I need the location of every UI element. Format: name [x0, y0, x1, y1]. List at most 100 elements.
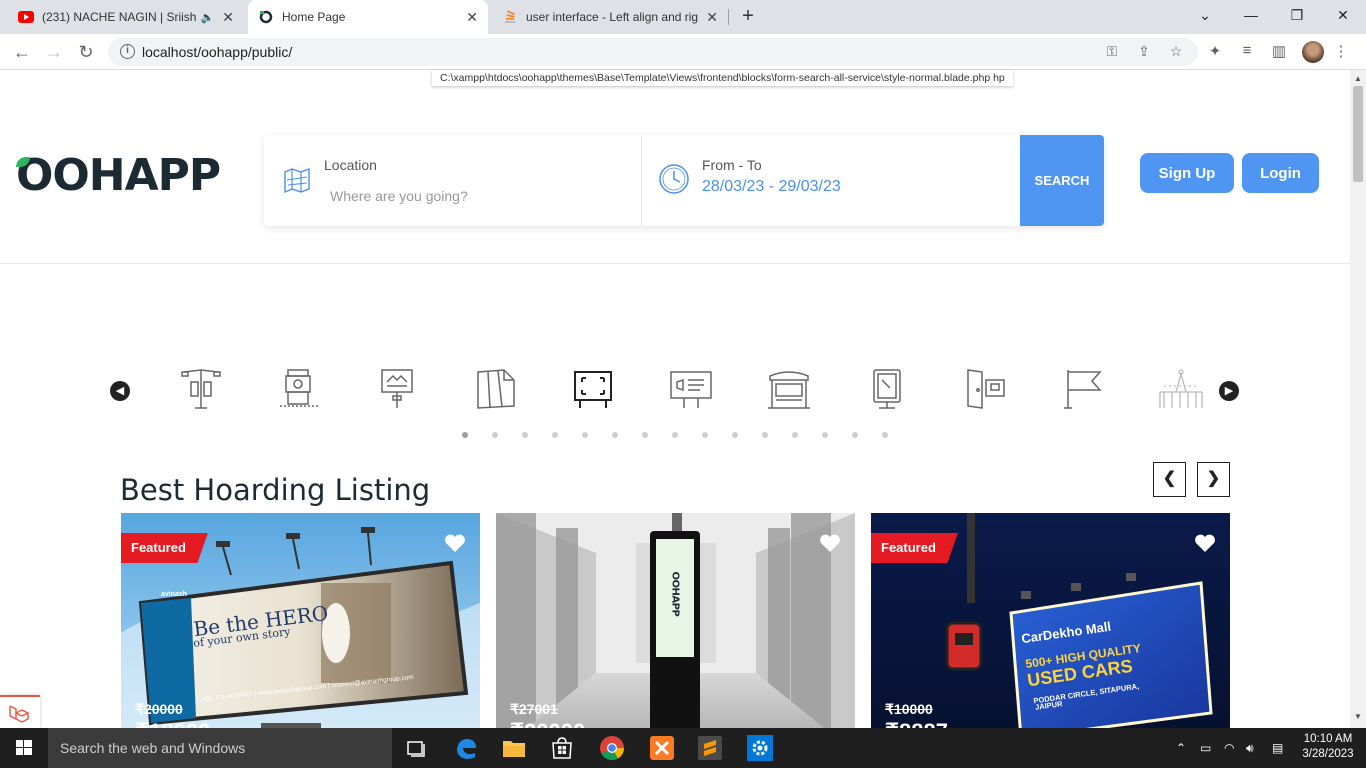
kebab-menu-icon[interactable]: ⋮ — [1330, 42, 1352, 62]
pagination-dot[interactable] — [672, 432, 678, 438]
street-pole-icon[interactable] — [178, 366, 224, 412]
date-range-input[interactable]: 28/03/23 - 29/03/23 — [702, 178, 841, 196]
browser-toolbar: ← → ↻ i localhost/oohapp/public/ ⚿ ⇪ ☆ ✦… — [0, 34, 1366, 70]
close-window-button[interactable]: ✕ — [1320, 0, 1366, 30]
windows-start-button[interactable] — [0, 728, 48, 768]
share-icon[interactable]: ⇪ — [1134, 43, 1154, 61]
side-panel-icon[interactable]: ▥ — [1268, 42, 1290, 62]
volume-icon[interactable]: 🔊︎ — [1246, 728, 1254, 768]
reload-button[interactable]: ↻ — [74, 40, 98, 64]
flag-icon[interactable] — [1060, 366, 1106, 412]
laravel-icon — [9, 705, 30, 723]
tray-chevron-icon[interactable]: ⌃ — [1176, 728, 1186, 768]
minimize-button[interactable]: — — [1228, 0, 1274, 30]
new-price: ₹18000 — [135, 719, 210, 728]
category-next-button[interactable]: ▶ — [1219, 381, 1239, 401]
listing-card[interactable]: avinash Be the HERO of your own story +9… — [121, 513, 480, 728]
tab-stackoverflow[interactable]: user interface - Left align and rig ✕ — [492, 0, 728, 34]
pagination-dot[interactable] — [552, 432, 558, 438]
category-prev-button[interactable]: ◀ — [110, 381, 130, 401]
extensions-icon[interactable]: ✦ — [1204, 42, 1226, 62]
heart-icon[interactable] — [444, 533, 466, 553]
tab-title: user interface - Left align and rig — [526, 10, 699, 24]
site-info-icon[interactable]: i — [120, 44, 135, 59]
address-url[interactable]: localhost/oohapp/public/ — [142, 44, 292, 60]
wifi-icon[interactable]: ◠ — [1224, 728, 1234, 768]
tab-search-chevron-icon[interactable]: ⌄ — [1182, 0, 1228, 30]
screen-frame-icon[interactable] — [570, 366, 616, 412]
listing-card[interactable]: OOHAPP ₹27001 ₹20000 — [496, 513, 855, 728]
profile-avatar[interactable] — [1302, 41, 1324, 63]
close-tab-icon[interactable]: ✕ — [706, 9, 718, 26]
tab-youtube[interactable]: (231) NACHE NAGIN | Sriish 🔈 ✕ — [8, 0, 244, 34]
store-icon[interactable] — [548, 734, 576, 762]
heart-icon[interactable] — [1194, 533, 1216, 553]
featured-badge: Featured — [121, 533, 208, 563]
scroll-thumb[interactable] — [1353, 86, 1363, 182]
pagination-dot[interactable] — [852, 432, 858, 438]
bus-shelter-icon[interactable] — [766, 366, 812, 412]
kiosk-icon[interactable] — [276, 366, 322, 412]
key-icon[interactable]: ⚿ — [1102, 43, 1122, 61]
new-tab-button[interactable]: + — [736, 4, 760, 28]
listing-prev-button[interactable]: ❮ — [1153, 462, 1186, 497]
taskbar-search-box[interactable]: Search the web and Windows — [48, 728, 392, 768]
pagination-dot[interactable] — [762, 432, 768, 438]
battery-icon[interactable]: ▭ — [1200, 728, 1211, 768]
site-logo[interactable]: OOHAPP — [16, 152, 221, 200]
action-center-icon[interactable]: ▤ — [1272, 728, 1283, 768]
totem-screen-text: OOHAPP — [669, 571, 681, 617]
scroll-down-icon[interactable]: ▼ — [1354, 712, 1362, 721]
pagination-dot[interactable] — [702, 432, 708, 438]
billboard-brand: avinash — [161, 591, 188, 598]
billboard-icon[interactable] — [668, 366, 714, 412]
laravel-debugbar-toggle[interactable] — [0, 695, 40, 728]
forward-button[interactable]: → — [42, 40, 66, 64]
sublime-text-icon[interactable] — [696, 734, 724, 762]
file-explorer-icon[interactable] — [500, 734, 528, 762]
old-price: ₹20000 — [135, 701, 183, 717]
hoarding-image — [496, 513, 855, 728]
chrome-icon[interactable] — [598, 734, 626, 762]
taskbar-clock[interactable]: 10:10 AM 3/28/2023 — [1300, 732, 1356, 762]
search-button[interactable]: SEARCH — [1020, 135, 1104, 226]
bookmark-star-icon[interactable]: ☆ — [1166, 43, 1186, 61]
digital-totem-icon[interactable] — [864, 366, 910, 412]
door-panel-icon[interactable] — [962, 366, 1008, 412]
task-view-icon[interactable] — [402, 734, 430, 762]
pagination-dot[interactable] — [522, 432, 528, 438]
listing-next-button[interactable]: ❯ — [1197, 462, 1230, 497]
pagination-dot[interactable] — [492, 432, 498, 438]
signboard-icon[interactable] — [374, 366, 420, 412]
xampp-icon[interactable] — [648, 734, 676, 762]
pagination-dot[interactable] — [792, 432, 798, 438]
login-button[interactable]: Login — [1242, 153, 1319, 193]
media-control-icon[interactable]: ≡ — [1236, 42, 1258, 62]
pagination-dot[interactable] — [882, 432, 888, 438]
close-tab-icon[interactable]: ✕ — [466, 9, 478, 26]
back-button[interactable]: ← — [10, 40, 34, 64]
page-scrollbar[interactable]: ▲ ▼ — [1350, 70, 1366, 728]
section-title: Best Hoarding Listing — [120, 473, 431, 507]
scroll-up-icon[interactable]: ▲ — [1354, 74, 1362, 83]
settings-app-icon[interactable] — [746, 734, 774, 762]
pagination-dot[interactable] — [642, 432, 648, 438]
heart-icon[interactable] — [819, 533, 841, 553]
pagination-dot[interactable] — [582, 432, 588, 438]
edge-browser-icon[interactable] — [452, 734, 480, 762]
header-divider — [0, 263, 1350, 264]
pagination-dot[interactable] — [462, 432, 468, 438]
search-form: Location From - To 28/03/23 - 29/03/23 S… — [264, 135, 1104, 226]
address-bar[interactable]: i localhost/oohapp/public/ ⚿ ⇪ ☆ — [108, 38, 1198, 66]
listing-card[interactable]: CarDekho Mall 500+ HIGH QUALITY USED CAR… — [871, 513, 1230, 728]
pagination-dot[interactable] — [732, 432, 738, 438]
close-tab-icon[interactable]: ✕ — [222, 9, 234, 26]
sign-up-button[interactable]: Sign Up — [1140, 153, 1234, 193]
bridge-icon[interactable] — [1158, 366, 1204, 412]
location-input[interactable] — [330, 185, 610, 207]
wall-wrap-icon[interactable] — [472, 366, 518, 412]
pagination-dot[interactable] — [612, 432, 618, 438]
tab-home-page[interactable]: Home Page ✕ — [248, 0, 488, 34]
restore-button[interactable]: ❐ — [1274, 0, 1320, 30]
pagination-dot[interactable] — [822, 432, 828, 438]
